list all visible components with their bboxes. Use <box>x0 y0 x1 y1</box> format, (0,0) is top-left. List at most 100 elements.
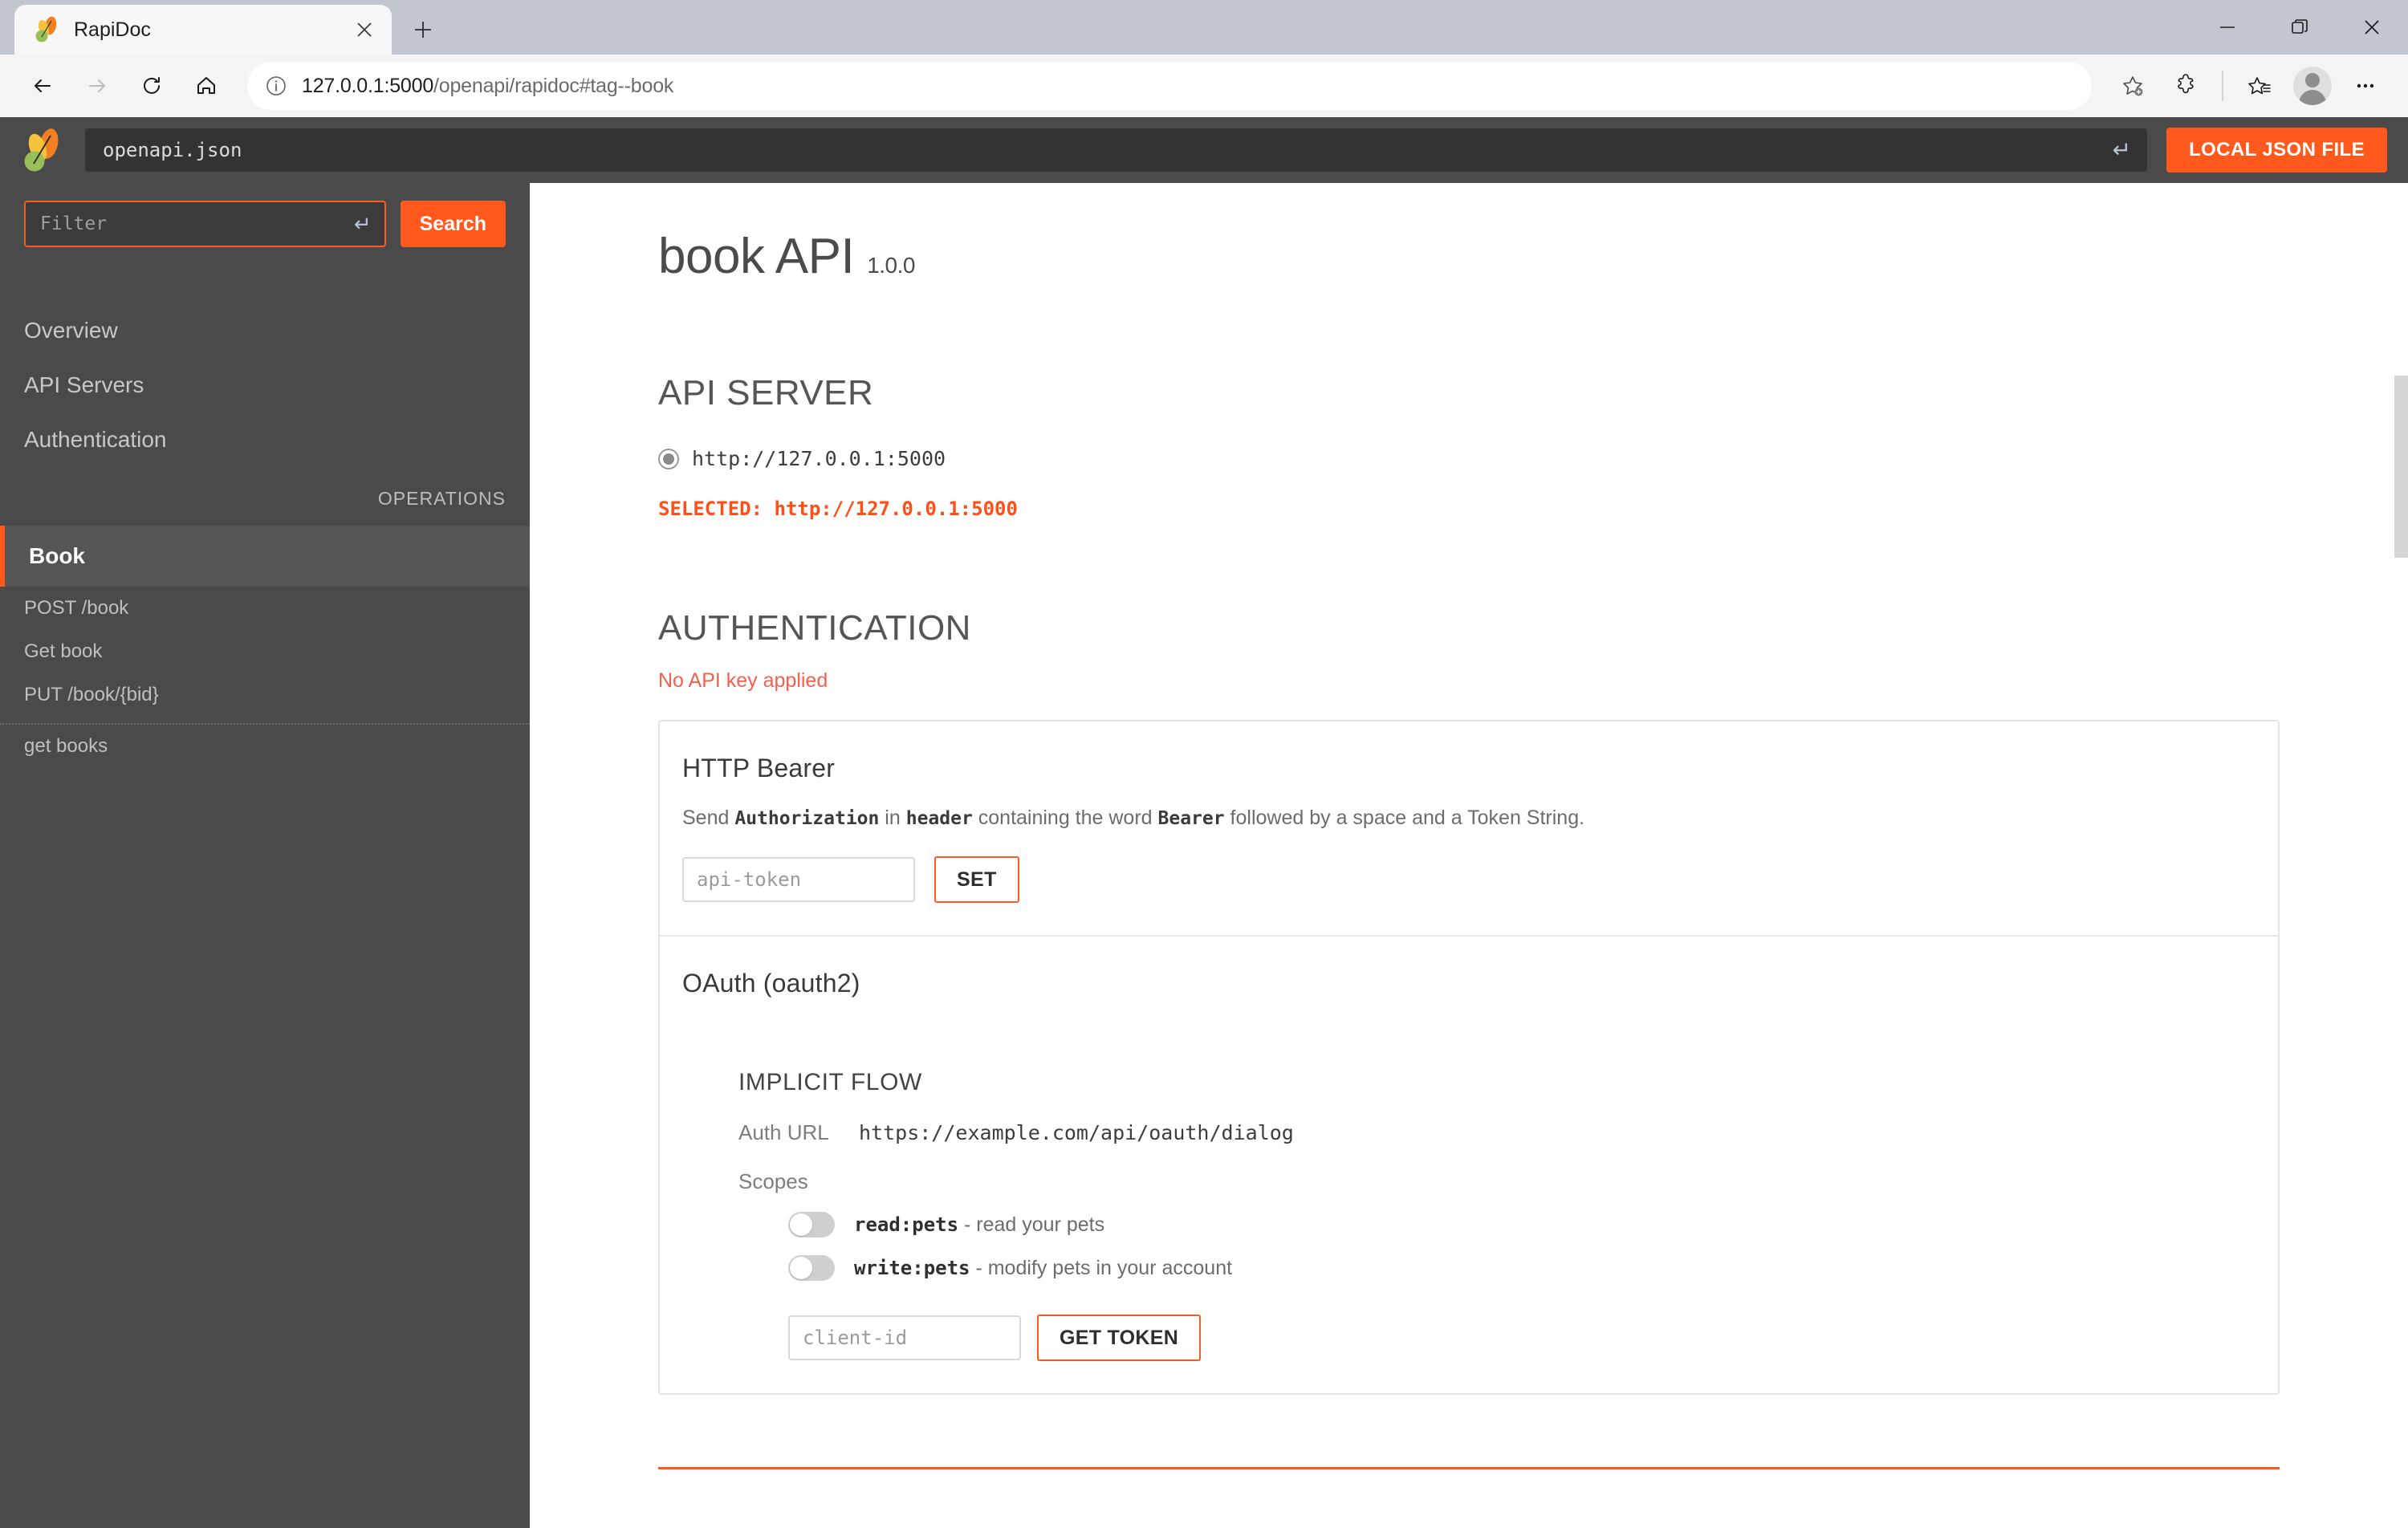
scope-label-read-pets: read:pets - read your pets <box>854 1213 1104 1237</box>
new-tab-button[interactable] <box>403 10 443 50</box>
client-id-placeholder: client-id <box>803 1327 908 1349</box>
spec-url-value: openapi.json <box>103 139 242 161</box>
scopes-list: read:pets - read your pets write:pets - … <box>738 1212 2255 1281</box>
api-title-text: book API <box>658 229 855 284</box>
scope-item-read-pets[interactable]: read:pets - read your pets <box>738 1212 2255 1237</box>
site-info-icon[interactable] <box>265 75 287 97</box>
forward-arrow-icon <box>72 61 122 111</box>
spec-enter-icon[interactable]: ↵ <box>2113 139 2131 161</box>
api-version: 1.0.0 <box>867 253 915 278</box>
get-token-button[interactable]: GET TOKEN <box>1037 1315 1202 1361</box>
implicit-flow: IMPLICIT FLOW Auth URL https://example.c… <box>682 1069 2255 1361</box>
api-key-status: No API key applied <box>658 669 828 692</box>
url-path: /openapi/rapidoc#tag--book <box>433 74 674 97</box>
sidebar: Filter ↵ Search Overview API Servers Aut… <box>0 183 530 1528</box>
api-server-selected: SELECTED: http://127.0.0.1:5000 <box>658 498 1018 520</box>
sidebar-item-overview[interactable]: Overview <box>0 303 530 358</box>
scope-toggle-write-pets[interactable] <box>788 1255 835 1281</box>
http-bearer-title: HTTP Bearer <box>682 754 836 782</box>
sidebar-item-get-books[interactable]: get books <box>0 725 530 768</box>
sidebar-item-get-book[interactable]: Get book <box>0 630 530 673</box>
scope-label-write-pets: write:pets - modify pets in your account <box>854 1257 1232 1280</box>
sidebar-item-post-book[interactable]: POST /book <box>0 587 530 630</box>
authentication-heading: AUTHENTICATION <box>658 608 971 648</box>
scope-desc-write-pets: - modify pets in your account <box>975 1256 1233 1279</box>
desc-part-4: followed by a space and a Token String. <box>1224 807 1585 829</box>
collections-icon[interactable] <box>2235 61 2284 111</box>
window-controls <box>2191 0 2408 55</box>
sidebar-item-api-servers[interactable]: API Servers <box>0 358 530 412</box>
set-token-button[interactable]: SET <box>934 856 1019 903</box>
tab-title: RapiDoc <box>74 18 151 41</box>
sidebar-item-put-book-bid[interactable]: PUT /book/{bid} <box>0 673 530 717</box>
api-token-input[interactable]: api-token <box>682 857 915 902</box>
toolbar-icons <box>2108 61 2390 111</box>
page-viewport: openapi.json ↵ LOCAL JSON FILE Filter ↵ … <box>0 117 2408 1528</box>
window-close-button[interactable] <box>2336 0 2408 55</box>
oauth-title: OAuth (oauth2) <box>682 969 860 998</box>
address-bar-url: 127.0.0.1:5000/openapi/rapidoc#tag--book <box>302 75 673 98</box>
desc-code-authorization: Authorization <box>734 808 880 829</box>
bearer-token-row: api-token SET <box>682 856 2255 903</box>
back-arrow-icon[interactable] <box>18 61 67 111</box>
auth-url-label: Auth URL <box>738 1120 829 1144</box>
browser-tab[interactable]: RapiDoc <box>14 5 392 55</box>
filter-placeholder: Filter <box>40 213 108 234</box>
api-token-placeholder: api-token <box>697 868 802 891</box>
sidebar-item-book-tag[interactable]: Book <box>0 526 530 587</box>
filter-enter-icon[interactable]: ↵ <box>354 213 372 234</box>
url-host: 127.0.0.1:5000 <box>302 74 434 97</box>
http-bearer-block: HTTP Bearer Send Authorization in header… <box>660 721 2278 935</box>
api-server-heading: API SERVER <box>658 373 874 412</box>
browser-window: RapiDoc 127.0.0.1:5000/openapi/rapidoc#t… <box>0 0 2408 1528</box>
home-icon[interactable] <box>181 61 231 111</box>
api-server-option[interactable]: http://127.0.0.1:5000 <box>658 447 2280 470</box>
profile-avatar[interactable] <box>2288 61 2337 111</box>
address-bar[interactable]: 127.0.0.1:5000/openapi/rapidoc#tag--book <box>247 62 2092 110</box>
desc-part-3: containing the word <box>972 807 1158 829</box>
authentication-card: HTTP Bearer Send Authorization in header… <box>658 720 2280 1395</box>
extensions-icon[interactable] <box>2161 61 2211 111</box>
main-content: book API 1.0.0 API SERVER http://127.0.0… <box>530 183 2408 1528</box>
local-json-file-button[interactable]: LOCAL JSON FILE <box>2166 128 2387 173</box>
browser-toolbar: 127.0.0.1:5000/openapi/rapidoc#tag--book <box>0 55 2408 117</box>
content-column: book API 1.0.0 API SERVER http://127.0.0… <box>530 183 2408 1469</box>
scope-name-read-pets: read:pets <box>854 1213 959 1236</box>
settings-and-more-icon[interactable] <box>2341 61 2390 111</box>
scopes-label: Scopes <box>738 1169 808 1193</box>
client-id-row: client-id GET TOKEN <box>738 1315 2255 1361</box>
sidebar-item-authentication[interactable]: Authentication <box>0 412 530 467</box>
toolbar-divider <box>2222 71 2223 101</box>
client-id-input[interactable]: client-id <box>788 1315 1021 1360</box>
api-server-url: http://127.0.0.1:5000 <box>692 447 946 470</box>
browser-titlebar: RapiDoc <box>0 0 2408 55</box>
desc-part-1: Send <box>682 807 735 829</box>
page-scrollbar-track[interactable] <box>2394 249 2408 1528</box>
desc-code-bearer: Bearer <box>1157 808 1225 829</box>
scope-desc-read-pets: - read your pets <box>964 1213 1105 1236</box>
rapidoc-header: openapi.json ↵ LOCAL JSON FILE <box>0 117 2408 183</box>
rapidoc-logo-icon <box>21 128 66 173</box>
reload-icon[interactable] <box>127 61 177 111</box>
http-bearer-description: Send Authorization in header containing … <box>682 804 2255 832</box>
scope-name-write-pets: write:pets <box>854 1256 970 1279</box>
minimize-button[interactable] <box>2191 0 2264 55</box>
oauth-block: OAuth (oauth2) IMPLICIT FLOW Auth URL ht… <box>660 935 2278 1393</box>
page-scrollbar-thumb[interactable] <box>2394 376 2408 558</box>
desc-code-header: header <box>905 808 973 829</box>
tab-close-icon[interactable] <box>348 14 380 46</box>
search-button[interactable]: Search <box>400 201 506 247</box>
rapidoc-butterfly-icon <box>34 16 61 43</box>
avatar <box>2293 67 2332 105</box>
book-section-heading: BOOK <box>530 1469 2408 1528</box>
api-server-radio[interactable] <box>658 448 679 469</box>
scope-item-write-pets[interactable]: write:pets - modify pets in your account <box>738 1255 2255 1281</box>
spec-url-input[interactable]: openapi.json ↵ <box>85 128 2148 172</box>
maximize-button[interactable] <box>2264 0 2336 55</box>
add-favorite-icon[interactable] <box>2108 61 2158 111</box>
page-title: book API 1.0.0 <box>658 228 2280 285</box>
auth-url-row: Auth URL https://example.com/api/oauth/d… <box>738 1120 2255 1145</box>
filter-row: Filter ↵ Search <box>0 201 530 247</box>
filter-input[interactable]: Filter ↵ <box>24 201 386 247</box>
scope-toggle-read-pets[interactable] <box>788 1212 835 1237</box>
